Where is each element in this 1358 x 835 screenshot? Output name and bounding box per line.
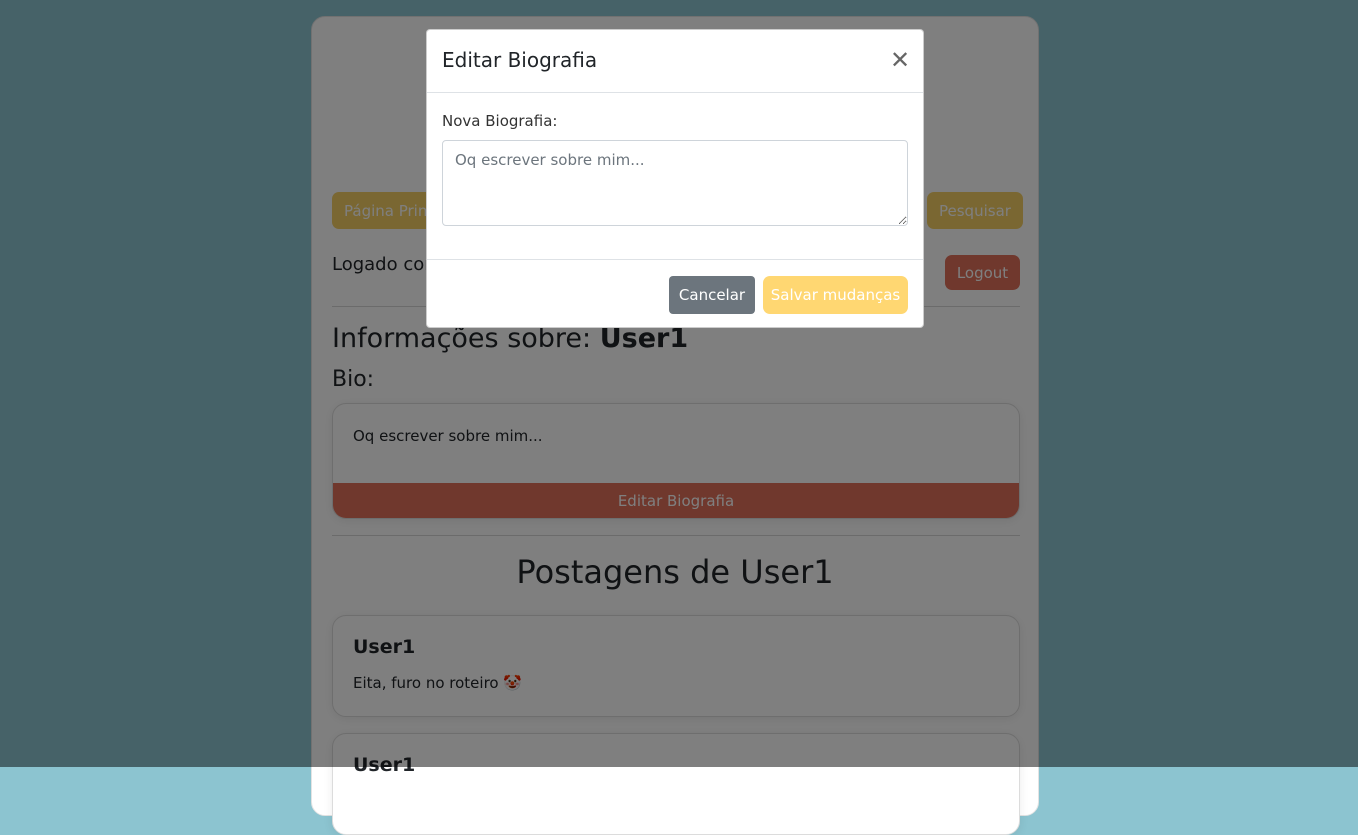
close-icon[interactable]: ✕	[887, 47, 913, 73]
modal-header: Editar Biografia ✕	[427, 30, 923, 93]
cancel-button[interactable]: Cancelar	[669, 276, 755, 314]
save-changes-button[interactable]: Salvar mudanças	[763, 276, 908, 314]
bio-field-label: Nova Biografia:	[442, 112, 558, 130]
modal-footer: Cancelar Salvar mudanças	[427, 259, 923, 329]
edit-bio-modal: Editar Biografia ✕ Nova Biografia: Cance…	[426, 29, 924, 328]
bio-textarea[interactable]	[442, 140, 908, 226]
modal-title: Editar Biografia	[442, 48, 598, 72]
